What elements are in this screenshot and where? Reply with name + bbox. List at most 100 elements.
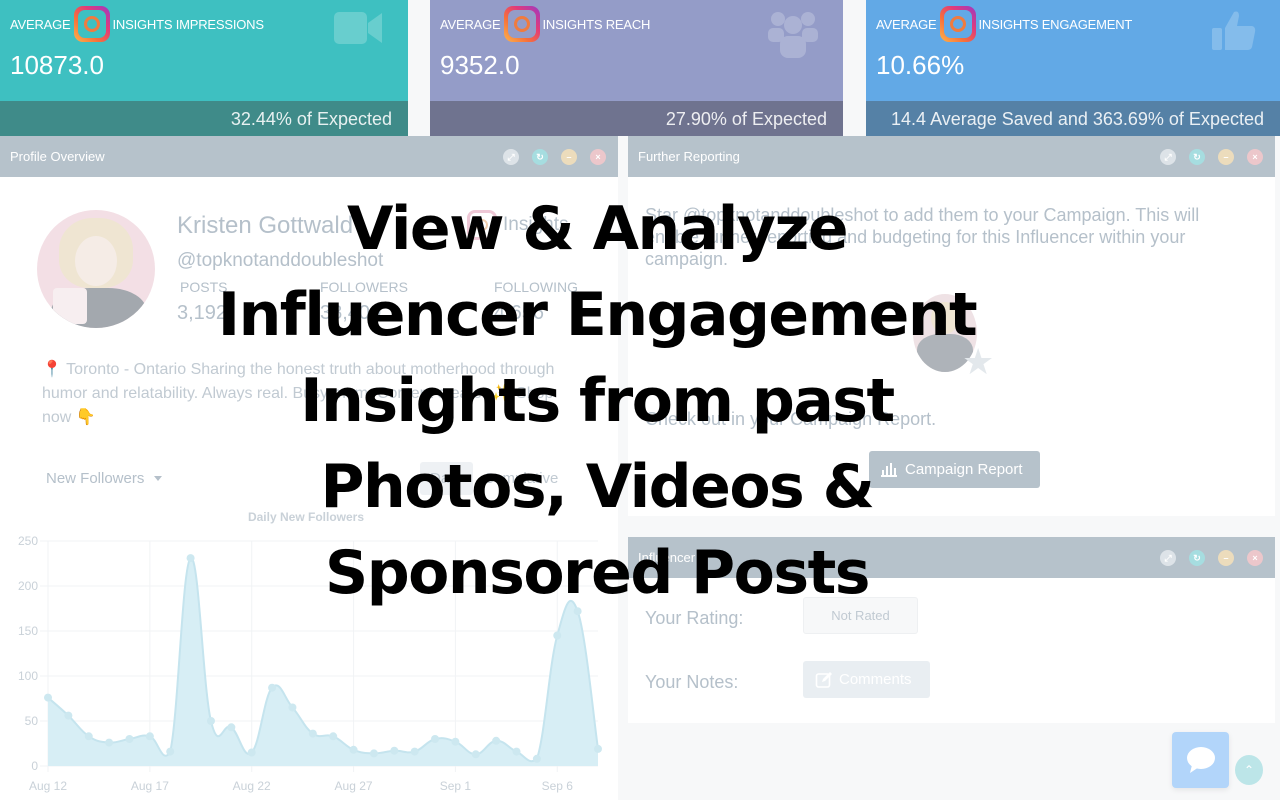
- further-reporting-text: Star @topknotanddoubleshot to add them t…: [645, 205, 1200, 269]
- metric-dropdown[interactable]: New Followers: [46, 470, 163, 487]
- following-value: 4,656: [494, 302, 545, 324]
- campaign-report-hint: Check out in your Campaign Report.: [645, 409, 937, 429]
- data-point: [410, 747, 419, 756]
- campaign-report-button[interactable]: Campaign Report: [869, 451, 1040, 488]
- influencer-panel: Influencer ⤢ ↻ – × Your Rating: Not Rate…: [628, 537, 1275, 723]
- daily-new-followers-chart: 0 50 100 150 200 250 Aug 12 Aug 17 Aug 22 Aug 27…: [18, 510, 602, 793]
- data-point: [369, 749, 378, 758]
- data-point: [451, 737, 460, 746]
- data-point: [573, 607, 582, 616]
- minimize-button[interactable]: –: [1218, 149, 1234, 165]
- data-point: [390, 746, 399, 755]
- data-point: [431, 735, 440, 743]
- campaign-report-label: Campaign Report: [905, 461, 1023, 478]
- bar-chart-icon: [881, 462, 897, 477]
- data-point: [308, 729, 317, 738]
- minimize-button[interactable]: –: [1218, 550, 1234, 566]
- further-reporting-panel: Further Reporting ⤢ ↻ – × Star @topknota…: [628, 136, 1275, 516]
- x-tick-label: Aug 12: [29, 779, 67, 793]
- daily-cumulative-toggle: Daily Cumulative: [420, 462, 568, 495]
- data-point: [64, 711, 73, 720]
- tile-value: 9352.0: [440, 50, 520, 80]
- data-point: [268, 683, 277, 692]
- profile-name: Kristen Gottwald: [177, 212, 354, 239]
- comments-button[interactable]: Comments: [803, 661, 930, 698]
- data-point: [44, 693, 52, 702]
- rating-label: Your Rating:: [645, 608, 744, 628]
- data-point: [247, 748, 256, 757]
- x-tick-label: Aug 17: [131, 779, 169, 793]
- profile-bio: 📍 Toronto - Ontario Sharing the honest t…: [42, 361, 555, 426]
- y-tick-label: 0: [31, 759, 38, 773]
- reach-tile: AVERAGE INSIGHTS REACH 9352.0 27.90% of …: [430, 0, 843, 136]
- x-tick-label: Aug 22: [233, 779, 271, 793]
- scroll-top-button[interactable]: ⌃: [1235, 755, 1263, 785]
- x-tick-label: Aug 27: [335, 779, 373, 793]
- data-point: [471, 750, 480, 759]
- tile-footer: 14.4 Average Saved and 363.69% of Expect…: [866, 101, 1280, 136]
- profile-avatar: [37, 210, 155, 328]
- star-icon[interactable]: ★: [962, 344, 994, 380]
- toggle-cumulative[interactable]: Cumulative: [473, 462, 568, 495]
- expand-button[interactable]: ⤢: [1160, 149, 1176, 165]
- close-button[interactable]: ×: [1247, 149, 1263, 165]
- rating-selector[interactable]: Not Rated: [803, 597, 918, 634]
- y-tick-label: 100: [18, 669, 38, 683]
- chart-title: Daily New Followers: [248, 510, 364, 524]
- page: AVERAGE INSIGHTS IMPRESSIONS 10873.0 32.…: [0, 0, 1280, 800]
- tile-footer: 32.44% of Expected: [0, 101, 408, 136]
- reload-button[interactable]: ↻: [1189, 149, 1205, 165]
- posts-value: 3,192: [177, 302, 228, 324]
- expand-button[interactable]: ⤢: [503, 149, 519, 165]
- data-point: [105, 738, 114, 747]
- x-tick-label: Sep 6: [542, 779, 574, 793]
- instagram-icon: [503, 6, 540, 42]
- chat-button[interactable]: [1172, 732, 1229, 788]
- tile-footer: 27.90% of Expected: [430, 101, 843, 136]
- data-point: [329, 732, 338, 741]
- instagram-icon: [73, 6, 110, 42]
- followers-value: 38,400: [320, 302, 382, 324]
- profile-overview-panel: Profile Overview ⤢ ↻ – × Kristen Gottwal…: [0, 136, 618, 800]
- comments-label: Comments: [839, 671, 912, 688]
- close-button[interactable]: ×: [590, 149, 606, 165]
- toggle-daily[interactable]: Daily: [420, 462, 474, 495]
- followers-label: FOLLOWERS: [320, 279, 408, 295]
- tile-label: INSIGHTS REACH: [542, 16, 651, 32]
- tile-prefix: AVERAGE: [876, 16, 937, 32]
- data-point: [145, 732, 154, 741]
- data-point: [206, 717, 215, 725]
- posts-label: POSTS: [180, 279, 228, 295]
- minimize-button[interactable]: –: [561, 149, 577, 165]
- reload-button[interactable]: ↻: [1189, 550, 1205, 566]
- tile-prefix: AVERAGE: [440, 16, 501, 32]
- followers-area: [48, 557, 598, 766]
- chevron-up-icon: ⌃: [1243, 763, 1255, 777]
- thumbs-up-icon: [1212, 11, 1256, 50]
- close-button[interactable]: ×: [1247, 550, 1263, 566]
- data-point: [349, 745, 358, 754]
- insights-link[interactable]: Insights: [467, 210, 568, 240]
- panel-title: Further Reporting: [638, 149, 740, 164]
- metric-dropdown-value: New Followers: [46, 470, 145, 487]
- data-point: [288, 703, 297, 712]
- instagram-icon: [939, 6, 976, 42]
- data-point: [512, 747, 521, 756]
- y-tick-label: 250: [18, 534, 38, 548]
- panel-title: Influencer: [638, 550, 696, 565]
- instagram-icon: [467, 210, 497, 240]
- data-point: [166, 747, 175, 756]
- reload-button[interactable]: ↻: [532, 149, 548, 165]
- data-point: [125, 735, 134, 743]
- data-point: [227, 723, 236, 732]
- video-camera-icon: [334, 12, 382, 44]
- expand-button[interactable]: ⤢: [1160, 550, 1176, 566]
- data-point: [186, 554, 195, 563]
- followers-line: [47, 557, 599, 763]
- tile-label: INSIGHTS ENGAGEMENT: [978, 16, 1133, 32]
- y-tick-label: 50: [25, 714, 39, 728]
- edit-icon: [815, 671, 832, 688]
- tile-label: INSIGHTS IMPRESSIONS: [112, 16, 265, 32]
- insights-label: Insights: [503, 214, 569, 235]
- data-point: [492, 736, 501, 745]
